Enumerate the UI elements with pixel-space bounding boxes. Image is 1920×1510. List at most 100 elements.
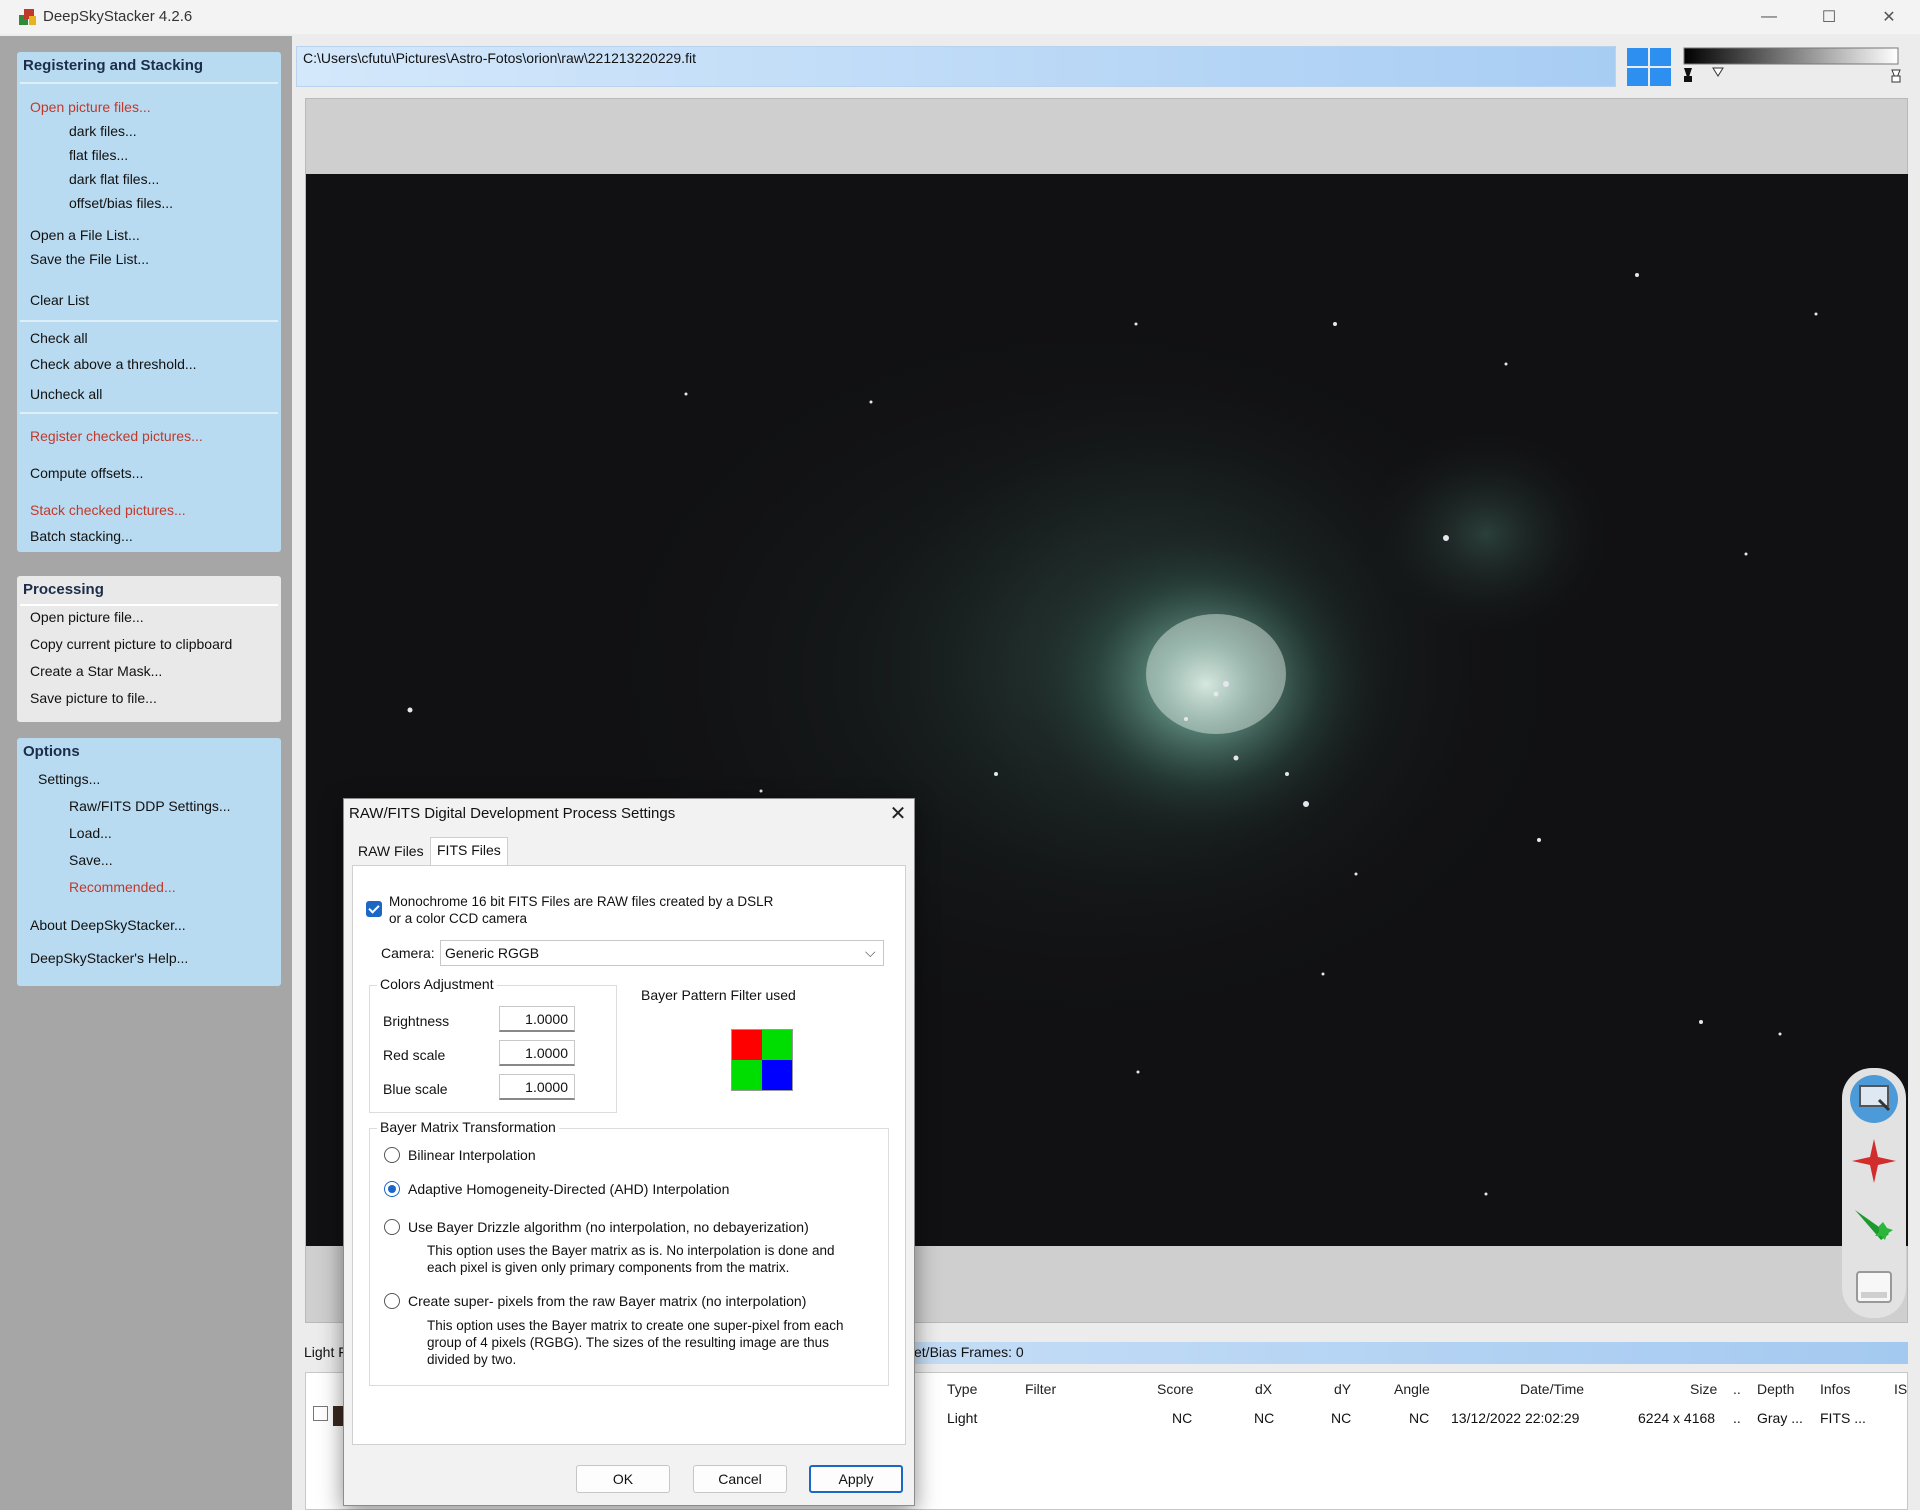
monochrome-raw-checkbox[interactable] <box>366 901 382 917</box>
save-image-icon[interactable] <box>1849 1260 1899 1310</box>
apply-button[interactable]: Apply <box>809 1465 903 1493</box>
registering-header: Registering and Stacking <box>23 57 204 74</box>
tab-fits-files[interactable]: FITS Files <box>430 837 508 866</box>
column-type[interactable]: Type <box>947 1381 977 1397</box>
processing-group: Processing Open picture file... Copy cur… <box>17 576 281 722</box>
settings-link[interactable]: Settings... <box>38 771 100 787</box>
stack-checked-link[interactable]: Stack checked pictures... <box>30 502 186 518</box>
ahd-label: Adaptive Homogeneity-Directed (AHD) Inte… <box>408 1181 730 1197</box>
cancel-button[interactable]: Cancel <box>693 1465 787 1493</box>
compute-offsets-link[interactable]: Compute offsets... <box>30 465 143 481</box>
dark-flat-files-link[interactable]: dark flat files... <box>69 171 159 187</box>
open-picture-file-link[interactable]: Open picture file... <box>30 609 144 625</box>
file-path-bar: C:\Users\cfutu\Pictures\Astro-Fotos\orio… <box>296 46 1616 87</box>
frames-summary-text: et/Bias Frames: 0 <box>914 1344 1024 1360</box>
copy-clipboard-link[interactable]: Copy current picture to clipboard <box>30 636 232 652</box>
brightness-input[interactable]: 1.0000 <box>499 1006 575 1032</box>
close-window-button[interactable]: ✕ <box>1859 0 1919 34</box>
file-path-text: C:\Users\cfutu\Pictures\Astro-Fotos\orio… <box>303 50 696 66</box>
bayer-drizzle-radio[interactable] <box>384 1219 400 1235</box>
super-pixel-radio[interactable] <box>384 1293 400 1309</box>
save-picture-link[interactable]: Save picture to file... <box>30 690 157 706</box>
bilinear-radio[interactable] <box>384 1147 400 1163</box>
bayer-pattern-swatch <box>731 1029 793 1091</box>
comet-edit-icon[interactable] <box>1849 1198 1899 1248</box>
check-threshold-link[interactable]: Check above a threshold... <box>30 356 197 372</box>
red-scale-input[interactable]: 1.0000 <box>499 1040 575 1066</box>
dark-files-link[interactable]: dark files... <box>69 123 137 139</box>
raw-fits-settings-link[interactable]: Raw/FITS DDP Settings... <box>69 798 231 814</box>
super-pixel-desc-3: divided by two. <box>427 1352 517 1367</box>
super-pixel-desc-1: This option uses the Bayer matrix to cre… <box>427 1318 844 1333</box>
bayer-cell-green-2 <box>732 1060 762 1090</box>
star-edit-icon[interactable] <box>1849 1136 1899 1186</box>
column-dy[interactable]: dY <box>1334 1381 1351 1397</box>
bayer-drizzle-desc-2: each pixel is given only primary compone… <box>427 1260 790 1275</box>
load-link[interactable]: Load... <box>69 825 112 841</box>
column-depth[interactable]: Depth <box>1757 1381 1794 1397</box>
options-header: Options <box>23 743 80 760</box>
title-bar: DeepSkyStacker 4.2.6 — ☐ ✕ <box>0 0 1920 34</box>
offset-bias-files-link[interactable]: offset/bias files... <box>69 195 173 211</box>
levels-gradient-slider[interactable] <box>1682 46 1902 86</box>
ahd-radio[interactable] <box>384 1181 400 1197</box>
left-sidebar: Registering and Stacking Open picture fi… <box>0 36 292 1510</box>
uncheck-all-link[interactable]: Uncheck all <box>30 386 102 402</box>
bayer-drizzle-label: Use Bayer Drizzle algorithm (no interpol… <box>408 1219 809 1235</box>
save-file-list-link[interactable]: Save the File List... <box>30 251 149 267</box>
registering-stacking-group: Registering and Stacking Open picture fi… <box>17 52 281 552</box>
row-datetime: 13/12/2022 22:02:29 <box>1451 1410 1580 1426</box>
light-frames-tab[interactable]: Light F <box>304 1344 347 1360</box>
tab-raw-files[interactable]: RAW Files <box>352 839 430 865</box>
blue-scale-input[interactable]: 1.0000 <box>499 1074 575 1100</box>
bayer-drizzle-desc-1: This option uses the Bayer matrix as is.… <box>427 1243 835 1258</box>
row-dx: NC <box>1254 1410 1275 1426</box>
column-filter[interactable]: Filter <box>1025 1381 1056 1397</box>
bayer-cell-green-1 <box>762 1030 792 1060</box>
red-scale-label: Red scale <box>383 1047 446 1063</box>
minimize-button[interactable]: — <box>1739 0 1799 34</box>
bilinear-label: Bilinear Interpolation <box>408 1147 536 1163</box>
row-dots: .. <box>1733 1410 1741 1426</box>
ok-button[interactable]: OK <box>576 1465 670 1493</box>
select-rectangle-icon[interactable] <box>1849 1074 1899 1124</box>
row-angle: NC <box>1409 1410 1430 1426</box>
column-datetime[interactable]: Date/Time <box>1520 1381 1584 1397</box>
processing-header: Processing <box>23 581 104 598</box>
column-angle[interactable]: Angle <box>1394 1381 1430 1397</box>
column-is[interactable]: IS <box>1894 1381 1907 1397</box>
recommended-link[interactable]: Recommended... <box>69 879 176 895</box>
dialog-close-icon[interactable]: ✕ <box>884 801 912 827</box>
super-pixel-desc-2: group of 4 pixels (RGBG). The sizes of t… <box>427 1335 829 1350</box>
chevron-down-icon: ⌵ <box>865 944 876 960</box>
row-checkbox[interactable] <box>313 1406 328 1421</box>
dialog-title: RAW/FITS Digital Development Process Set… <box>349 805 676 822</box>
camera-label: Camera: <box>381 945 435 961</box>
check-all-link[interactable]: Check all <box>30 330 88 346</box>
flat-files-link[interactable]: flat files... <box>69 147 128 163</box>
colors-adjustment-title: Colors Adjustment <box>377 976 497 992</box>
row-thumbnail <box>333 1406 343 1426</box>
batch-stacking-link[interactable]: Batch stacking... <box>30 528 133 544</box>
column-dx[interactable]: dX <box>1255 1381 1272 1397</box>
four-panel-view-icon[interactable] <box>1626 47 1672 87</box>
maximize-button[interactable]: ☐ <box>1799 0 1859 34</box>
window-title: DeepSkyStacker 4.2.6 <box>43 8 193 25</box>
bayer-cell-blue <box>762 1060 792 1090</box>
save-link[interactable]: Save... <box>69 852 113 868</box>
clear-list-link[interactable]: Clear List <box>30 292 89 308</box>
column-infos[interactable]: Infos <box>1820 1381 1850 1397</box>
camera-select[interactable]: Generic RGGB ⌵ <box>440 940 884 966</box>
column-dots[interactable]: .. <box>1733 1381 1741 1397</box>
column-score[interactable]: Score <box>1157 1381 1194 1397</box>
open-picture-files-link[interactable]: Open picture files... <box>30 99 151 115</box>
brightness-label: Brightness <box>383 1013 450 1029</box>
row-depth: Gray ... <box>1757 1410 1803 1426</box>
star-mask-link[interactable]: Create a Star Mask... <box>30 663 162 679</box>
open-file-list-link[interactable]: Open a File List... <box>30 227 140 243</box>
column-size[interactable]: Size <box>1690 1381 1717 1397</box>
help-link[interactable]: DeepSkyStacker's Help... <box>30 950 188 966</box>
about-link[interactable]: About DeepSkyStacker... <box>30 917 186 933</box>
row-type: Light <box>947 1410 978 1426</box>
register-checked-link[interactable]: Register checked pictures... <box>30 428 203 444</box>
